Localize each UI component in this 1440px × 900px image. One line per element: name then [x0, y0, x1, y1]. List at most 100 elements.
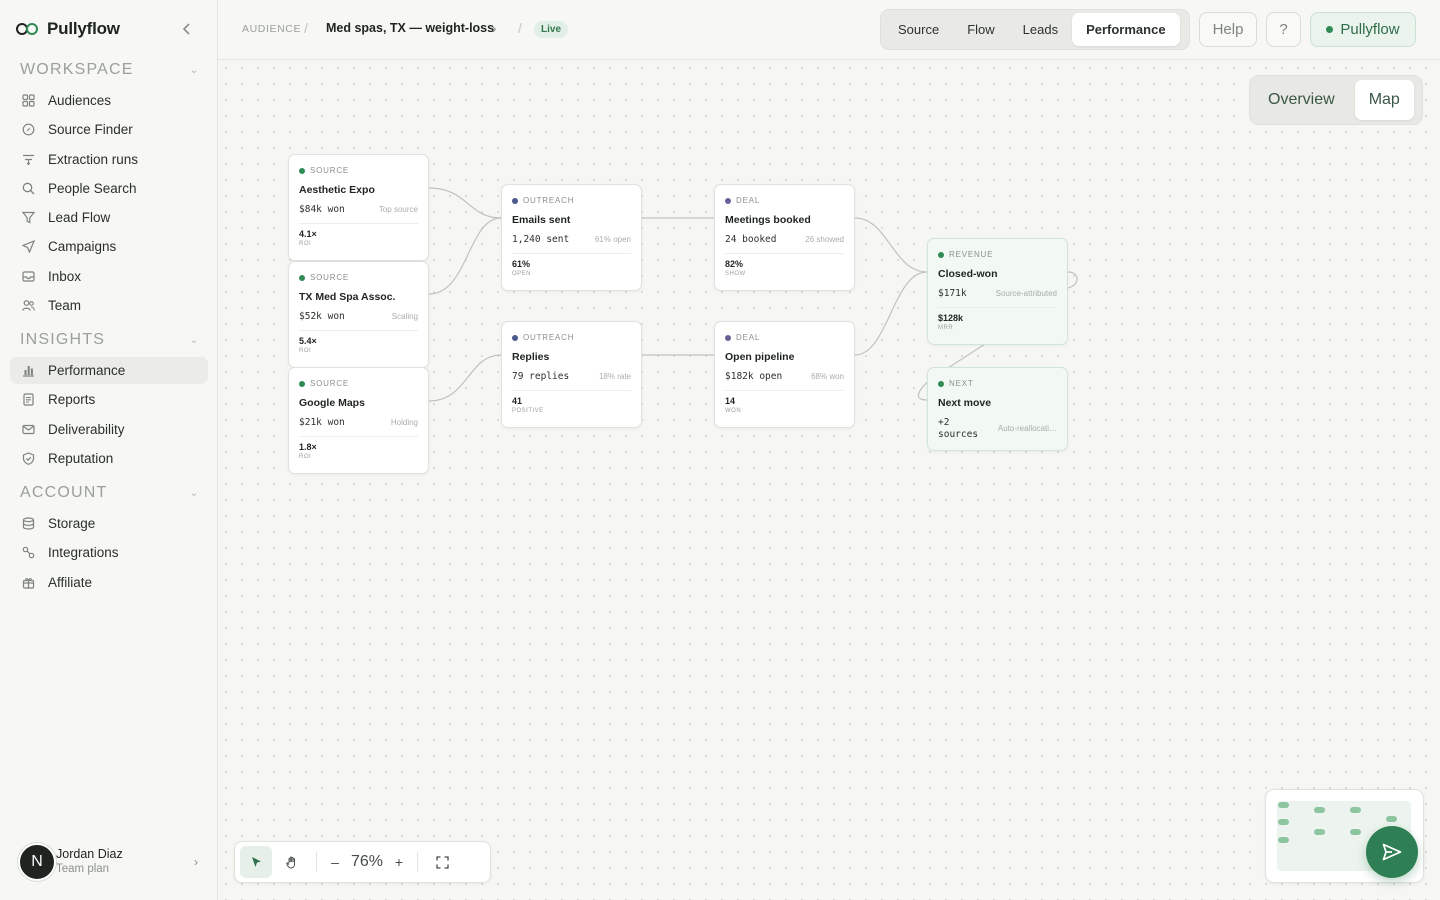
breadcrumb-root[interactable]: AUDIENCE: [242, 23, 301, 35]
node-title: TX Med Spa Assoc.: [299, 291, 396, 303]
node-dot-icon: [512, 334, 518, 341]
document-icon: [21, 392, 36, 407]
sidebar-item-label: Affiliate: [48, 575, 93, 590]
flow-canvas[interactable]: Overview Map SOURCE Aesthetic Expo $84k …: [218, 60, 1440, 900]
node-kind: REVENUE: [938, 250, 993, 259]
node-kind: DEAL: [725, 196, 760, 205]
section-workspace[interactable]: WORKSPACE ⌄: [20, 60, 200, 80]
sidebar-item-label: Campaigns: [48, 239, 117, 254]
flow-node-aesthetic-expo[interactable]: SOURCE Aesthetic Expo $84k won Top sourc…: [288, 154, 429, 261]
sidebar-item-inbox[interactable]: Inbox: [10, 263, 208, 290]
flow-node-meetings-booked[interactable]: DEAL Meetings booked 24 booked 26 showed…: [714, 184, 855, 291]
sidebar-item-affiliate[interactable]: Affiliate: [10, 569, 208, 596]
flow-node-replies[interactable]: OUTREACH Replies 79 replies 18% rate 41 …: [501, 321, 642, 428]
view-map-button[interactable]: Map: [1354, 80, 1414, 120]
sidebar-item-lead-flow[interactable]: Lead Flow: [10, 204, 208, 231]
node-kind-label: SOURCE: [310, 166, 350, 175]
node-title: Aesthetic Expo: [299, 184, 375, 196]
node-dot-icon: [725, 334, 731, 341]
sidebar-item-label: Source Finder: [48, 122, 133, 137]
sidebar-item-reputation[interactable]: Reputation: [10, 445, 208, 472]
node-kind-label: NEXT: [949, 379, 974, 388]
node-metric: $52k won: [299, 311, 345, 322]
send-action-button[interactable]: [1366, 826, 1418, 878]
node-metric: +2 sources: [938, 417, 979, 440]
node-kind-label: DEAL: [736, 333, 761, 342]
workspace-button[interactable]: Pullyflow: [1310, 12, 1416, 47]
hand-icon: [286, 856, 295, 869]
sidebar-item-storage[interactable]: Storage: [10, 510, 208, 537]
sidebar-item-reports[interactable]: Reports: [10, 386, 208, 413]
user-info: Jordan Diaz Team plan: [56, 847, 123, 875]
flow-node-emails-sent[interactable]: OUTREACH Emails sent 1,240 sent 61% open…: [501, 184, 642, 291]
minimap-node: [1314, 829, 1325, 835]
tab-source[interactable]: Source: [884, 13, 953, 46]
node-divider: [938, 307, 1057, 308]
sidebar-item-people-search[interactable]: People Search: [10, 175, 208, 202]
compass-icon: [21, 122, 36, 137]
tab-performance[interactable]: Performance: [1072, 13, 1180, 46]
node-kpi: 14: [725, 396, 736, 406]
sidebar-item-label: Team: [48, 298, 82, 313]
user-plan: Team plan: [56, 863, 110, 875]
node-kind-label: OUTREACH: [523, 196, 575, 205]
user-menu[interactable]: N Jordan Diaz Team plan ›: [18, 842, 208, 882]
node-dot-icon: [938, 380, 944, 387]
sidebar-item-team[interactable]: Team: [10, 292, 208, 319]
node-kpi-label: ROI: [299, 348, 312, 354]
chevron-down-icon: ⌄: [189, 487, 199, 499]
brand[interactable]: Pullyflow: [16, 18, 120, 40]
view-overview-button[interactable]: Overview: [1254, 80, 1349, 120]
section-account[interactable]: ACCOUNT ⌄: [20, 483, 200, 503]
help-button[interactable]: Help: [1199, 12, 1257, 47]
flow-node-open-pipeline[interactable]: DEAL Open pipeline $182k open 68% won 14…: [714, 321, 855, 428]
minimap-node: [1386, 816, 1397, 822]
sidebar-item-extraction-runs[interactable]: Extraction runs: [10, 146, 208, 173]
cursor-icon: [251, 857, 261, 867]
minimap-node: [1350, 807, 1361, 813]
chevron-right-icon[interactable]: ›: [492, 21, 496, 36]
chevron-right-icon: ›: [194, 855, 198, 869]
sidebar-item-label: Integrations: [48, 545, 119, 560]
node-divider: [299, 436, 418, 437]
hand-tool-button[interactable]: [276, 846, 308, 878]
node-note: Auto-reallocati…: [997, 424, 1057, 433]
question-button[interactable]: ?: [1266, 12, 1301, 47]
node-divider: [299, 330, 418, 331]
breadcrumb-current[interactable]: Med spas, TX — weight-loss: [326, 21, 494, 35]
edge-txmed-emails: [428, 217, 502, 295]
sidebar-item-integrations[interactable]: Integrations: [10, 539, 208, 566]
user-name: Jordan Diaz: [56, 847, 123, 861]
sidebar-item-audiences[interactable]: Audiences: [10, 87, 208, 114]
collapse-sidebar-icon[interactable]: [178, 20, 196, 38]
pointer-tool-button[interactable]: [240, 846, 272, 878]
flow-node-tx-med-spa[interactable]: SOURCE TX Med Spa Assoc. $52k won Scalin…: [288, 261, 429, 368]
sidebar-item-source-finder[interactable]: Source Finder: [10, 116, 208, 143]
tab-leads[interactable]: Leads: [1009, 13, 1072, 46]
sidebar-item-deliverability[interactable]: Deliverability: [10, 416, 208, 443]
zoom-level: 76%: [350, 853, 384, 870]
flow-node-next-move[interactable]: NEXT Next move +2 sources Auto-reallocat…: [927, 367, 1068, 451]
edge-closed-loop: [1067, 271, 1078, 289]
node-metric: 79 replies: [512, 371, 570, 382]
flow-node-google-maps[interactable]: SOURCE Google Maps $21k won Holding 1.8×…: [288, 367, 429, 474]
grid-icon: [21, 93, 36, 108]
zoom-out-button[interactable]: –: [325, 846, 345, 878]
toolbar-divider: [417, 852, 418, 872]
flow-node-closed-won[interactable]: REVENUE Closed-won $171k Source-attribut…: [927, 238, 1068, 345]
section-insights[interactable]: INSIGHTS ⌄: [20, 330, 200, 350]
section-title: WORKSPACE: [20, 61, 134, 78]
section-title: INSIGHTS: [20, 331, 106, 348]
node-kind: OUTREACH: [512, 333, 574, 342]
node-dot-icon: [725, 197, 731, 204]
tab-flow[interactable]: Flow: [953, 13, 1008, 46]
sidebar-item-campaigns[interactable]: Campaigns: [10, 233, 208, 260]
zoom-in-button[interactable]: +: [389, 846, 409, 878]
integrations-icon: [21, 545, 36, 560]
node-divider: [725, 390, 844, 391]
workspace-button-label: Pullyflow: [1340, 21, 1400, 38]
node-kpi: 61%: [512, 259, 531, 269]
sidebar-item-label: Deliverability: [48, 422, 125, 437]
fit-view-button[interactable]: [426, 846, 458, 878]
sidebar-item-performance[interactable]: Performance: [10, 357, 208, 384]
